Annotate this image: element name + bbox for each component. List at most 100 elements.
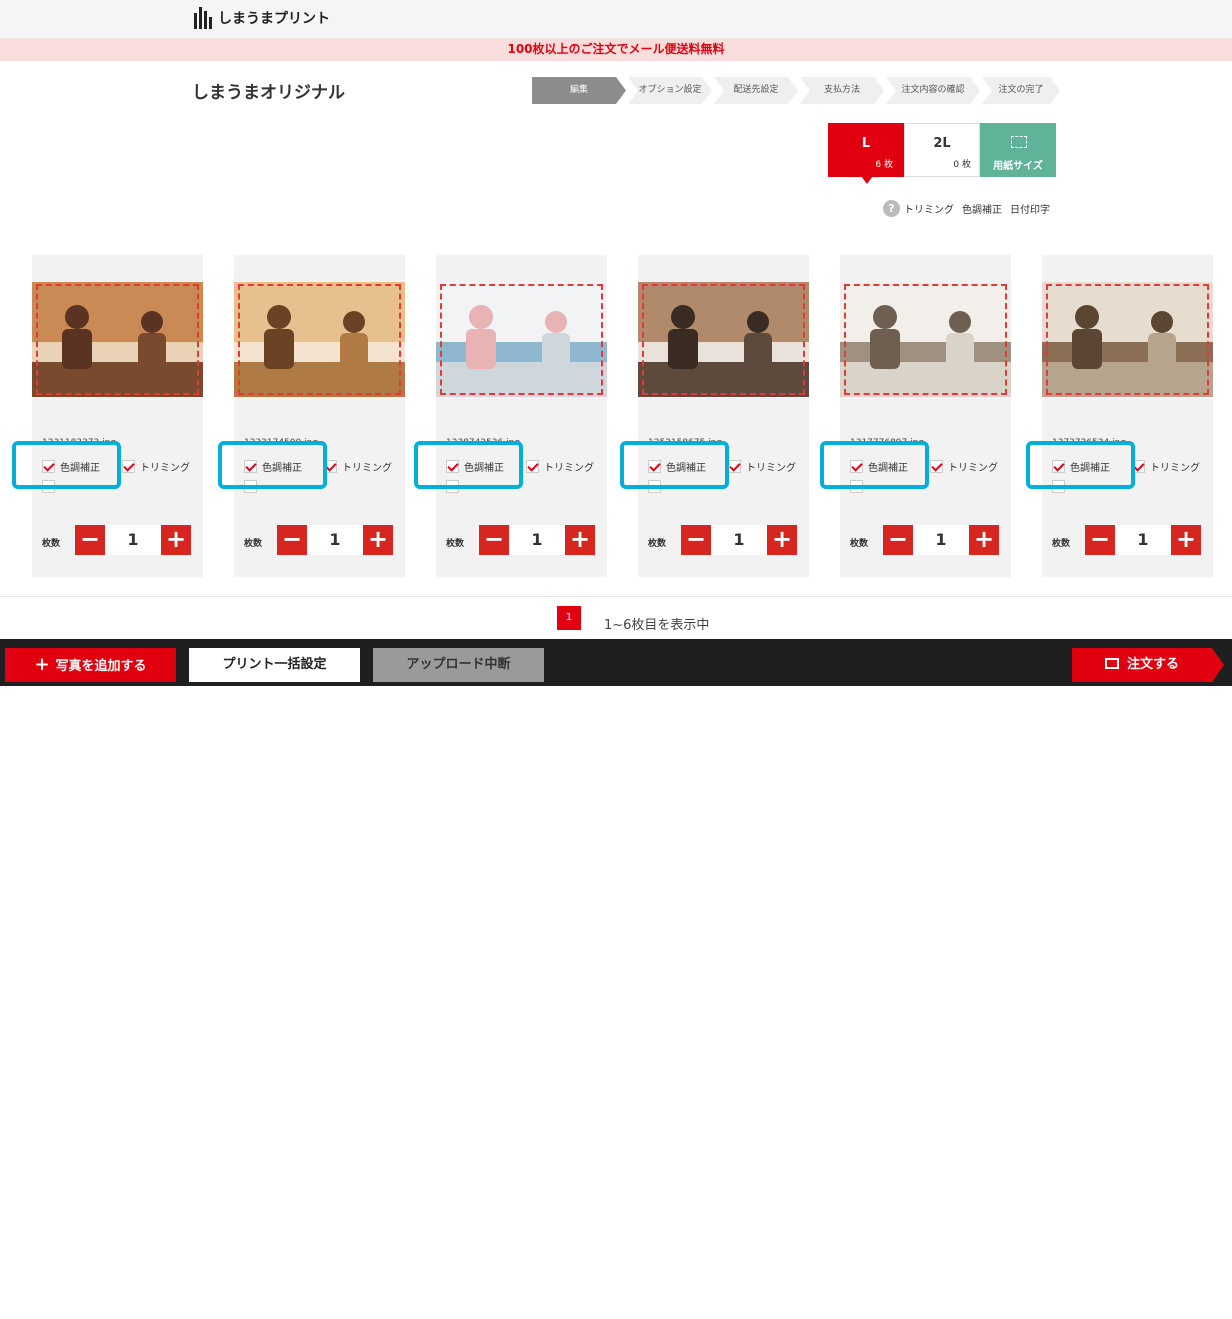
trimming-label: トリミング	[140, 463, 190, 474]
highlight-box	[1026, 441, 1135, 489]
photo-thumbnail[interactable]	[436, 282, 607, 397]
print-total: 合計： 6 枚プリント	[828, 1301, 942, 1319]
image-icon	[1104, 658, 1119, 669]
photo-card: 1233174500.jpg 色調補正 トリミング 枚数 − 1 +	[234, 255, 405, 577]
increase-quantity-button[interactable]: +	[969, 525, 999, 555]
step-shipping: 配送先設定	[714, 77, 798, 104]
increase-quantity-button[interactable]: +	[161, 525, 191, 555]
site-header: しまうまプリント	[0, 0, 1232, 38]
trimming-label: トリミング	[544, 463, 594, 474]
increase-quantity-button[interactable]: +	[565, 525, 595, 555]
photo-card: 1317776897.jpg 色調補正 トリミング 枚数 − 1 +	[840, 255, 1011, 577]
trim-area	[440, 284, 603, 395]
increase-quantity-button[interactable]: +	[767, 525, 797, 555]
total-suffix: 枚プリント	[882, 1304, 943, 1318]
shipping-banner: 100枚以上のご注文でメール便送料無料	[0, 38, 1232, 61]
quantity-value[interactable]: 1	[307, 525, 363, 555]
trim-area	[642, 284, 805, 395]
trimming-option[interactable]: トリミング	[122, 459, 190, 474]
checkbox-icon[interactable]	[930, 460, 943, 473]
size-count: 0 枚	[953, 160, 971, 170]
trimming-label: トリミング	[342, 463, 392, 474]
legend-color-correct: 色調補正	[962, 205, 1002, 216]
step-edit: 編集	[532, 77, 626, 104]
order-label: 注文する	[1126, 657, 1179, 672]
size-name: L	[861, 136, 871, 151]
order-button[interactable]: 注文する	[1072, 648, 1212, 682]
highlight-box	[12, 441, 121, 489]
logo-text: しまうまプリント	[218, 11, 330, 27]
trimming-label: トリミング	[746, 463, 796, 474]
page-title: しまうまオリジナル	[192, 83, 345, 103]
page-number-current[interactable]: 1	[557, 606, 581, 630]
quantity-value[interactable]: 1	[711, 525, 767, 555]
page-info: 1~6枚目を表示中	[604, 618, 710, 633]
trim-area	[1046, 284, 1209, 395]
trimming-option[interactable]: トリミング	[728, 459, 796, 474]
progress-steps: 編集 オプション設定 配送先設定 支払方法 注文内容の確認 注文の完了	[532, 77, 1062, 104]
photo-card: 1253158675.jpg 色調補正 トリミング 枚数 − 1 +	[638, 255, 809, 577]
size-name: 2L	[933, 136, 951, 151]
size-count: 6 枚	[875, 160, 893, 170]
decrease-quantity-button[interactable]: −	[883, 525, 913, 555]
quantity-label: 枚数	[850, 539, 869, 549]
add-photo-label: 写真を追加する	[55, 659, 147, 674]
decrease-quantity-button[interactable]: −	[75, 525, 105, 555]
plus-icon: +	[34, 654, 50, 675]
trimming-option[interactable]: トリミング	[526, 459, 594, 474]
photo-thumbnail[interactable]	[32, 282, 203, 397]
active-tab-pointer	[861, 176, 873, 184]
photo-card: 1238742536.jpg 色調補正 トリミング 枚数 − 1 +	[436, 255, 607, 577]
quantity-value[interactable]: 1	[913, 525, 969, 555]
highlight-box	[414, 441, 523, 489]
photo-thumbnail[interactable]	[840, 282, 1011, 397]
quantity-value[interactable]: 1	[1115, 525, 1171, 555]
quantity-label: 枚数	[446, 539, 465, 549]
photo-card: 1231183373.jpg 色調補正 トリミング 枚数 − 1 +	[32, 255, 203, 577]
quantity-label: 枚数	[42, 539, 61, 549]
total-prefix: 合計：	[828, 1304, 865, 1318]
decrease-quantity-button[interactable]: −	[277, 525, 307, 555]
decrease-quantity-button[interactable]: −	[479, 525, 509, 555]
increase-quantity-button[interactable]: +	[1171, 525, 1201, 555]
checkbox-icon[interactable]	[728, 460, 741, 473]
size-tab-2l[interactable]: 2L 0 枚	[904, 123, 980, 177]
decrease-quantity-button[interactable]: −	[681, 525, 711, 555]
size-tab-l[interactable]: L 6 枚	[828, 123, 904, 184]
checkbox-icon[interactable]	[526, 460, 539, 473]
trimming-option[interactable]: トリミング	[930, 459, 998, 474]
quantity-value[interactable]: 1	[509, 525, 565, 555]
add-photo-button[interactable]: + 写真を追加する	[5, 648, 176, 682]
increase-quantity-button[interactable]: +	[363, 525, 393, 555]
trimming-option[interactable]: トリミング	[324, 459, 392, 474]
trim-area	[36, 284, 199, 395]
highlight-box	[218, 441, 327, 489]
total-count: 6	[868, 1301, 879, 1319]
stop-upload-button[interactable]: アップロード中断	[373, 648, 544, 682]
size-tabs: L 6 枚 2L 0 枚 用紙サイズ	[828, 123, 1056, 184]
trimming-option[interactable]: トリミング	[1132, 459, 1200, 474]
bulk-print-settings-button[interactable]: プリント一括設定	[189, 648, 360, 682]
paper-size-button[interactable]: 用紙サイズ	[980, 123, 1056, 177]
paper-icon	[1011, 136, 1027, 148]
checkbox-icon[interactable]	[122, 460, 135, 473]
order-button-arrow	[1212, 648, 1224, 682]
quantity-label: 枚数	[1052, 539, 1071, 549]
legend-trimming: トリミング	[904, 205, 954, 216]
photo-thumbnail[interactable]	[234, 282, 405, 397]
step-options: オプション設定	[628, 77, 712, 104]
options-legend: ? トリミング 色調補正 日付印字	[883, 200, 1058, 217]
help-icon[interactable]: ?	[883, 200, 900, 217]
quantity-value[interactable]: 1	[105, 525, 161, 555]
trimming-label: トリミング	[1150, 463, 1200, 474]
quantity-label: 枚数	[244, 539, 263, 549]
photo-thumbnail[interactable]	[1042, 282, 1213, 397]
decrease-quantity-button[interactable]: −	[1085, 525, 1115, 555]
legend-date-print: 日付印字	[1010, 205, 1050, 216]
site-logo[interactable]: しまうまプリント	[194, 7, 330, 29]
photo-thumbnail[interactable]	[638, 282, 809, 397]
highlight-box	[820, 441, 929, 489]
highlight-box	[620, 441, 729, 489]
photo-card: 1373726534.jpg 色調補正 トリミング 枚数 − 1 +	[1042, 255, 1213, 577]
trim-area	[844, 284, 1007, 395]
